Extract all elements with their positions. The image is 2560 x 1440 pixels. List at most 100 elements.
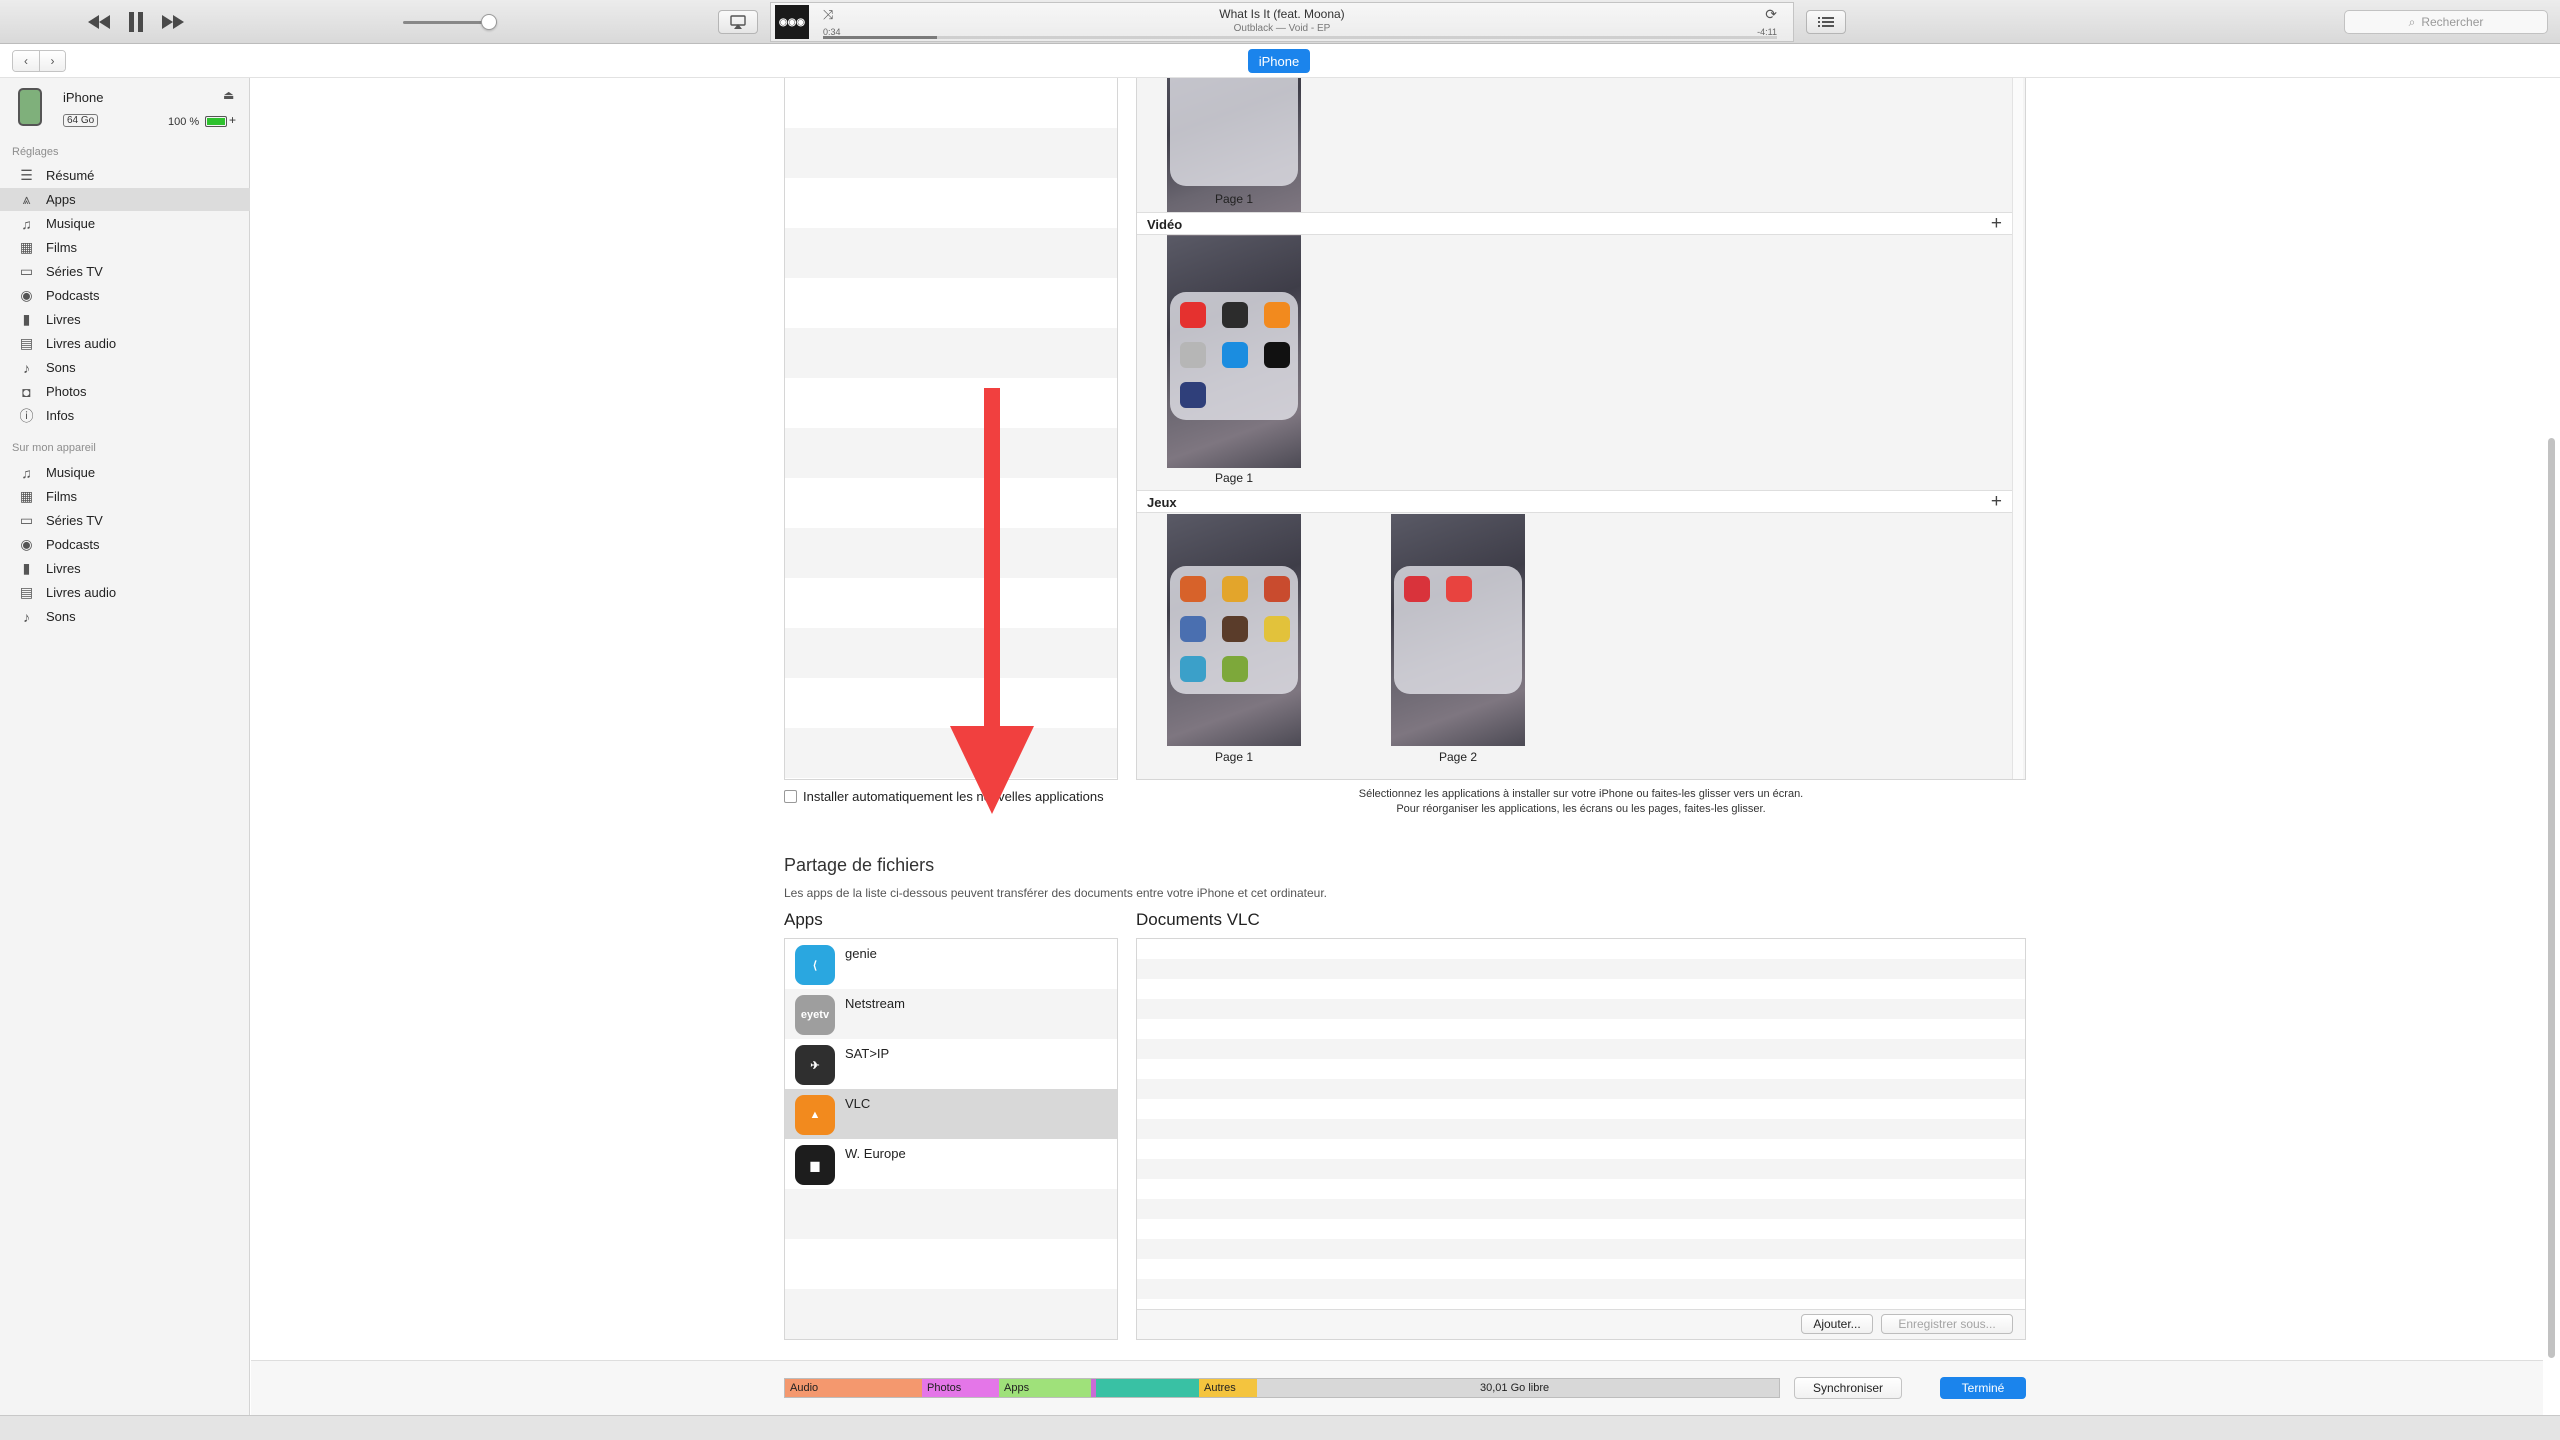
file-sharing-app-row[interactable]: ▲ VLC	[785, 1089, 1117, 1139]
sidebar-device-item-films[interactable]: ▦ Films	[0, 485, 250, 508]
app-icon: ▆	[795, 1145, 835, 1185]
sidebar-item-label: Sons	[46, 609, 76, 624]
search-field[interactable]: ⌕ Rechercher	[2344, 10, 2548, 34]
storage-segment[interactable]: Audio	[785, 1379, 922, 1397]
toolbar: ◉◉◉ ⤨ What Is It (feat. Moona) Outblack …	[0, 0, 2560, 44]
app-folder[interactable]	[1170, 292, 1298, 420]
sidebar-item-sons[interactable]: ♪ Sons	[0, 356, 250, 379]
on-device-section-header: Sur mon appareil	[12, 442, 96, 454]
playback-progress[interactable]	[823, 36, 1777, 39]
home-screen-page[interactable]	[1167, 236, 1301, 468]
game-app-icon[interactable]	[1180, 576, 1206, 602]
sidebar-item-label: Musique	[46, 465, 96, 480]
airplay-button[interactable]	[718, 10, 758, 34]
eyetv-app-icon[interactable]	[1180, 342, 1206, 368]
fast-forward-icon[interactable]	[158, 9, 188, 35]
sidebar-item-label: Séries TV	[46, 513, 103, 528]
tv-app-icon[interactable]	[1180, 382, 1206, 408]
sidebar-device-item-livres-audio[interactable]: ▤ Livres audio	[0, 581, 250, 604]
sidebar-item-livres-audio[interactable]: ▤ Livres audio	[0, 332, 250, 355]
sidebar-device-item-s-ries-tv[interactable]: ▭ Séries TV	[0, 509, 250, 532]
main-scroll-thumb[interactable]	[2548, 438, 2555, 1358]
sidebar-item-films[interactable]: ▦ Films	[0, 236, 250, 259]
pause-icon[interactable]	[122, 9, 150, 35]
main-scrollbar[interactable]	[2545, 78, 2558, 1415]
storage-segment[interactable]: Photos	[922, 1379, 999, 1397]
sidebar-device-item-livres[interactable]: ▮ Livres	[0, 557, 250, 580]
vlc-app-icon[interactable]	[1264, 302, 1290, 328]
file-sharing-app-row[interactable]: eyetv Netstream	[785, 989, 1117, 1039]
storage-capacity-bar[interactable]: Audio Photos Apps Autres	[784, 1378, 1780, 1398]
file-sharing-app-row[interactable]: ✈ SAT>IP	[785, 1039, 1117, 1089]
annotation-arrow-shaft	[984, 388, 1000, 728]
sidebar-device-item-podcasts[interactable]: ◉ Podcasts	[0, 533, 250, 556]
list-icon	[1818, 17, 1834, 27]
back-chevron-icon[interactable]: ‹	[13, 51, 39, 71]
add-page-plus-icon[interactable]: +	[1991, 491, 2002, 513]
clap-app-icon[interactable]	[1222, 302, 1248, 328]
file-sharing-app-row[interactable]: ⟨ genie	[785, 939, 1117, 989]
done-button[interactable]: Terminé	[1940, 1377, 2026, 1399]
page-label: Page 2	[1438, 750, 1478, 764]
game-app-icon[interactable]	[1264, 616, 1290, 642]
playback-progress-fill	[823, 36, 938, 39]
home-screen-page[interactable]	[1391, 514, 1525, 746]
app-folder[interactable]	[1394, 566, 1522, 694]
sidebar-device-item-sons[interactable]: ♪ Sons	[0, 605, 250, 628]
auto-install-checkbox[interactable]	[784, 790, 797, 803]
add-page-plus-icon[interactable]: +	[1991, 213, 2002, 235]
forward-chevron-icon[interactable]: ›	[39, 51, 65, 71]
volume-knob[interactable]	[481, 14, 498, 30]
track-title: What Is It (feat. Moona)	[1219, 7, 1345, 21]
sidebar-item-infos[interactable]: ⓘ Infos	[0, 404, 250, 427]
eject-icon[interactable]: ⏏	[223, 88, 234, 102]
app-icon: ▲	[795, 1095, 835, 1135]
device-button[interactable]: iPhone	[1248, 49, 1310, 73]
pokemon-app-icon[interactable]	[1404, 576, 1430, 602]
sidebar-item-apps[interactable]: ⩓ Apps	[0, 188, 250, 211]
annotation-arrow-head	[950, 726, 1034, 814]
sidebar-item-livres[interactable]: ▮ Livres	[0, 308, 250, 331]
game-app-icon[interactable]	[1180, 616, 1206, 642]
bell-icon: ♪	[23, 608, 30, 625]
storage-segment[interactable]: Autres	[1199, 1379, 1257, 1397]
sidebar-item-podcasts[interactable]: ◉ Podcasts	[0, 284, 250, 307]
sidebar-item-photos[interactable]: ◘ Photos	[0, 380, 250, 403]
up-next-button[interactable]	[1806, 10, 1846, 34]
save-document-button[interactable]: Enregistrer sous...	[1881, 1314, 2013, 1334]
netflix-app-icon[interactable]	[1264, 342, 1290, 368]
home-screens-scrollbar[interactable]	[2012, 78, 2023, 779]
rewind-icon[interactable]	[84, 9, 114, 35]
game-app-icon[interactable]	[1446, 576, 1472, 602]
documents-list[interactable]: Ajouter... Enregistrer sous...	[1136, 938, 2026, 1340]
audiobook-icon: ▤	[19, 584, 34, 600]
storage-segment[interactable]	[1096, 1379, 1199, 1397]
sidebar-device-item-musique[interactable]: ♫ Musique	[0, 461, 250, 484]
repeat-icon[interactable]: ⟳	[1765, 6, 1777, 23]
add-document-button[interactable]: Ajouter...	[1801, 1314, 1873, 1334]
game-app-icon[interactable]	[1222, 616, 1248, 642]
play-app-icon[interactable]	[1222, 342, 1248, 368]
app-folder[interactable]	[1170, 78, 1298, 186]
game-app-icon[interactable]	[1180, 656, 1206, 682]
iphone-icon	[18, 88, 42, 126]
game-app-icon[interactable]	[1222, 656, 1248, 682]
game-app-icon[interactable]	[1264, 576, 1290, 602]
sidebar-item-r-sum-[interactable]: ☰ Résumé	[0, 164, 250, 187]
music-note-icon: ♫	[21, 464, 32, 481]
game-app-icon[interactable]	[1222, 576, 1248, 602]
app-install-list[interactable]	[784, 78, 1118, 780]
auto-install-option[interactable]: Installer automatiquement les nouvelles …	[784, 789, 1104, 804]
file-sharing-app-row[interactable]: ▆ W. Europe	[785, 1139, 1117, 1189]
sidebar-item-musique[interactable]: ♫ Musique	[0, 212, 250, 235]
sidebar-item-label: Livres audio	[46, 336, 117, 351]
sidebar-item-label: Résumé	[46, 168, 95, 183]
sync-button[interactable]: Synchroniser	[1794, 1377, 1902, 1399]
home-screen-page[interactable]	[1167, 514, 1301, 746]
app-folder[interactable]	[1170, 566, 1298, 694]
battery-percent: 100 %	[168, 116, 200, 128]
youtube-app-icon[interactable]	[1180, 302, 1206, 328]
storage-segment[interactable]: Apps	[999, 1379, 1091, 1397]
sidebar-item-label: Infos	[46, 408, 75, 423]
sidebar-item-s-ries-tv[interactable]: ▭ Séries TV	[0, 260, 250, 283]
